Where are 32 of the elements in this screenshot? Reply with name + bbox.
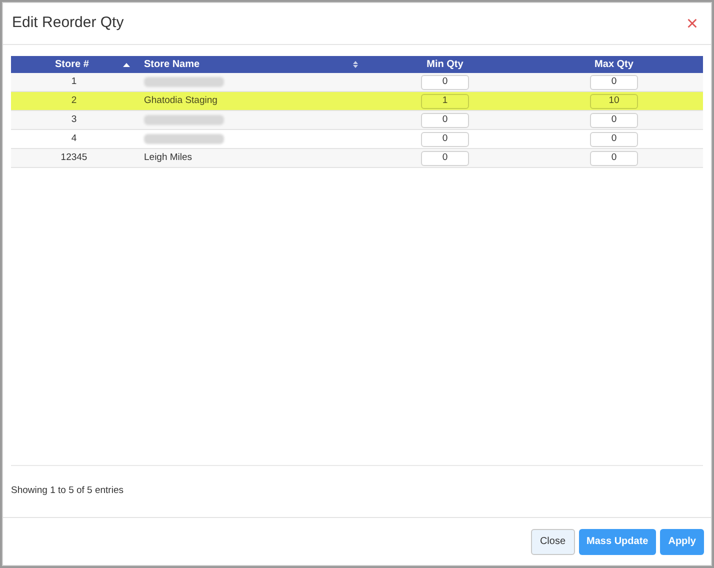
max-qty-field[interactable]: 0 — [590, 74, 638, 90]
sort-ascending-icon — [123, 62, 130, 66]
min-qty-field[interactable]: 0 — [421, 74, 469, 90]
table-row[interactable]: 12345 Leigh Miles 0 0 — [11, 149, 703, 168]
table-row[interactable]: 1 0 0 — [11, 73, 703, 92]
min-qty-field[interactable]: 0 — [421, 112, 469, 128]
close-button[interactable]: × — [682, 14, 702, 34]
min-qty-field[interactable]: 1 — [421, 94, 469, 108]
max-qty-field[interactable]: 10 — [590, 94, 638, 108]
column-header[interactable]: Min Qty — [426, 57, 464, 72]
max-qty-field[interactable]: 0 — [590, 132, 638, 146]
table-cell-text: 3 — [71, 112, 77, 127]
table-row[interactable]: 2 Ghatodia Staging 1 10 — [11, 92, 703, 111]
table-cell-text: Ghatodia Staging — [144, 94, 218, 108]
table-row[interactable]: 4 0 0 — [11, 130, 703, 149]
sort-icon — [353, 61, 358, 68]
min-qty-field[interactable]: 0 — [421, 150, 469, 166]
column-header[interactable]: Max Qty — [594, 57, 634, 72]
min-qty-field[interactable]: 0 — [421, 132, 469, 146]
column-header[interactable]: Store Name — [144, 57, 200, 72]
table-cell-text: 2 — [71, 94, 77, 108]
max-qty-field[interactable]: 0 — [590, 150, 638, 166]
table-row[interactable]: 3 0 0 — [11, 111, 703, 130]
dialog-title: Edit Reorder Qty — [12, 13, 124, 34]
table-cell-text: Leigh Miles — [144, 150, 192, 165]
table-cell-text: 12345 — [60, 150, 88, 165]
max-qty-field[interactable]: 0 — [590, 112, 638, 128]
table-cell-text: 4 — [71, 132, 77, 146]
entries-info: Showing 1 to 5 of 5 entries — [11, 484, 124, 498]
secondary-button[interactable]: Close — [530, 528, 575, 554]
column-header[interactable]: Store # — [55, 57, 89, 72]
table-cell-text: 1 — [71, 74, 77, 89]
